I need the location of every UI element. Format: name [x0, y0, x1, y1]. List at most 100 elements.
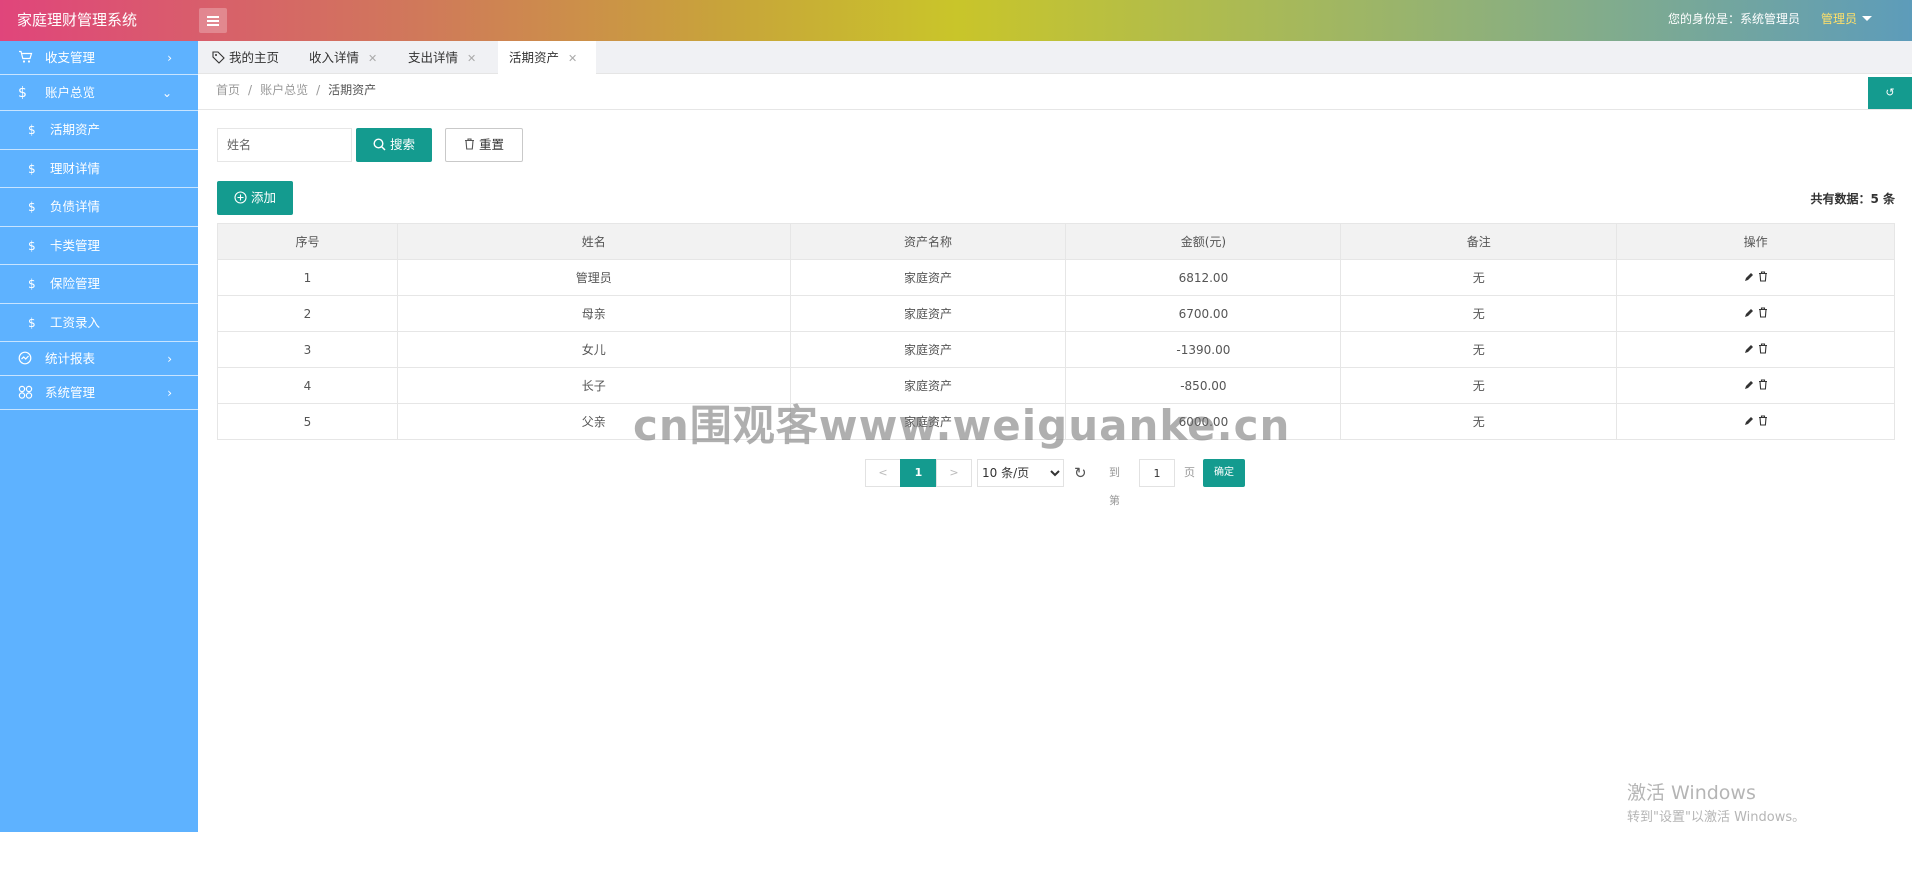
- user-name: 管理员: [1820, 12, 1857, 26]
- sidebar-item-insurance-management[interactable]: $ 保险管理: [0, 265, 198, 304]
- column-header: 金额(元): [1065, 223, 1342, 260]
- sidebar-item-financial-details[interactable]: $ 理财详情: [0, 150, 198, 188]
- sidebar-item-reports[interactable]: 统计报表 ›: [0, 342, 198, 376]
- name-search-input[interactable]: [217, 128, 352, 162]
- close-icon[interactable]: ✕: [568, 52, 577, 65]
- table-cell: 家庭资产: [789, 331, 1067, 368]
- delete-icon[interactable]: [1758, 414, 1768, 429]
- delete-icon[interactable]: [1758, 270, 1768, 285]
- sidebar: 收支管理 › $ 账户总览 ⌄ $ 活期资产 $ 理财详情 $ 负债详情 $ 卡…: [0, 41, 198, 832]
- table-row: 2 母亲 家庭资产 6700.00 无: [217, 295, 1895, 332]
- dollar-icon: $: [28, 200, 36, 214]
- goto-page-input[interactable]: [1139, 459, 1175, 487]
- edit-icon[interactable]: [1744, 380, 1754, 393]
- breadcrumb-current: 活期资产: [328, 83, 377, 97]
- sidebar-item-label: 统计报表: [45, 351, 96, 366]
- caret-down-icon: [1862, 16, 1872, 21]
- tab-label: 活期资产: [509, 50, 560, 65]
- windows-activation-subtitle: 转到"设置"以激活 Windows。: [1627, 810, 1806, 825]
- search-button-label: 搜索: [389, 137, 415, 152]
- search-icon: [373, 137, 390, 152]
- row-actions: [1616, 403, 1895, 440]
- next-page-button[interactable]: >: [936, 459, 972, 487]
- refresh-icon[interactable]: ↻: [1074, 459, 1087, 487]
- sidebar-item-label: 理财详情: [50, 160, 101, 176]
- edit-icon[interactable]: [1744, 344, 1754, 357]
- delete-icon[interactable]: [1758, 342, 1768, 357]
- plus-circle-icon: [234, 190, 251, 205]
- tab-expense-details[interactable]: 支出详情 ✕: [408, 41, 476, 74]
- sidebar-item-label: 收支管理: [45, 50, 96, 65]
- sidebar-item-salary-entry[interactable]: $ 工资录入: [0, 304, 198, 342]
- tab-current-assets[interactable]: 活期资产 ✕: [498, 41, 596, 75]
- page-1-button[interactable]: 1: [900, 459, 937, 487]
- breadcrumb-bar: 首页 / 账户总览 / 活期资产 ↺: [198, 74, 1912, 110]
- tab-label: 我的主页: [228, 50, 279, 65]
- sidebar-item-current-assets[interactable]: $ 活期资产: [0, 111, 198, 150]
- edit-icon[interactable]: [1744, 416, 1754, 429]
- chart-icon: [18, 342, 32, 376]
- reset-button-label: 重置: [478, 137, 504, 152]
- sidebar-item-debt-details[interactable]: $ 负债详情: [0, 188, 198, 227]
- table-cell: 无: [1340, 331, 1618, 368]
- page-refresh-button[interactable]: ↺: [1868, 77, 1912, 109]
- refresh-icon: ↺: [1885, 86, 1895, 99]
- table-cell: 3: [217, 331, 398, 368]
- add-button[interactable]: 添加: [217, 181, 293, 215]
- close-icon[interactable]: ✕: [368, 52, 377, 65]
- dollar-icon: $: [28, 161, 36, 176]
- sidebar-item-label: 卡类管理: [50, 237, 101, 253]
- chevron-right-icon: ›: [167, 51, 172, 65]
- reset-button[interactable]: 重置: [445, 128, 523, 162]
- table-cell: 5: [217, 403, 398, 440]
- chevron-right-icon: ›: [167, 352, 172, 366]
- table-cell: 6812.00: [1065, 259, 1342, 296]
- tab-home[interactable]: 我的主页: [212, 41, 279, 74]
- page-size-select[interactable]: 10 条/页: [977, 459, 1064, 487]
- row-actions: [1616, 367, 1895, 404]
- breadcrumb-home[interactable]: 首页: [216, 83, 240, 97]
- tab-income-details[interactable]: 收入详情 ✕: [309, 41, 377, 74]
- edit-icon[interactable]: [1744, 308, 1754, 321]
- table-cell: 无: [1340, 259, 1618, 296]
- app-title: 家庭理财管理系统: [17, 11, 138, 29]
- sidebar-item-card-management[interactable]: $ 卡类管理: [0, 227, 198, 265]
- total-count: 共有数据：5 条: [1810, 192, 1895, 206]
- dollar-icon: $: [28, 238, 36, 253]
- table-cell: 无: [1340, 403, 1618, 440]
- delete-icon[interactable]: [1758, 378, 1768, 393]
- sidebar-item-account-overview[interactable]: $ 账户总览 ⌄: [0, 75, 198, 111]
- watermark: cn围观客www.weiguanke.cn: [633, 401, 1291, 450]
- table-cell: 家庭资产: [789, 259, 1067, 296]
- page-unit-label: 页: [1184, 466, 1195, 479]
- tab-bar: 我的主页 收入详情 ✕ 支出详情 ✕ 活期资产 ✕: [198, 41, 1912, 75]
- cart-icon: [18, 41, 33, 75]
- sidebar-item-system[interactable]: 系统管理 ›: [0, 376, 198, 410]
- column-header: 操作: [1616, 223, 1895, 260]
- sidebar-item-income-expense[interactable]: 收支管理 ›: [0, 41, 198, 75]
- identity-text: 您的身份是：系统管理员: [1667, 12, 1800, 26]
- sidebar-item-label: 负债详情: [50, 199, 101, 214]
- close-icon[interactable]: ✕: [467, 52, 476, 65]
- row-actions: [1616, 259, 1895, 296]
- user-menu[interactable]: 管理员: [1821, 0, 1872, 38]
- delete-icon[interactable]: [1758, 306, 1768, 321]
- goto-label: 到第: [1109, 466, 1120, 507]
- sidebar-item-label: 活期资产: [50, 122, 101, 137]
- table-cell: 6700.00: [1065, 295, 1342, 332]
- sidebar-item-label: 账户总览: [45, 85, 96, 100]
- sidebar-item-label: 保险管理: [50, 276, 101, 291]
- breadcrumb: 首页 / 账户总览 / 活期资产: [216, 83, 377, 97]
- row-actions: [1616, 295, 1895, 332]
- tab-label: 支出详情: [408, 50, 459, 65]
- edit-icon[interactable]: [1744, 272, 1754, 285]
- prev-page-button[interactable]: <: [865, 459, 901, 487]
- search-button[interactable]: 搜索: [356, 128, 432, 162]
- menu-toggle-button[interactable]: [199, 8, 227, 33]
- breadcrumb-account-overview[interactable]: 账户总览: [260, 83, 308, 97]
- goto-confirm-button[interactable]: 确定: [1203, 459, 1245, 487]
- table-cell: 母亲: [396, 295, 791, 332]
- grid-icon: [18, 376, 33, 410]
- table-cell: 女儿: [396, 331, 791, 368]
- column-header: 姓名: [396, 223, 791, 260]
